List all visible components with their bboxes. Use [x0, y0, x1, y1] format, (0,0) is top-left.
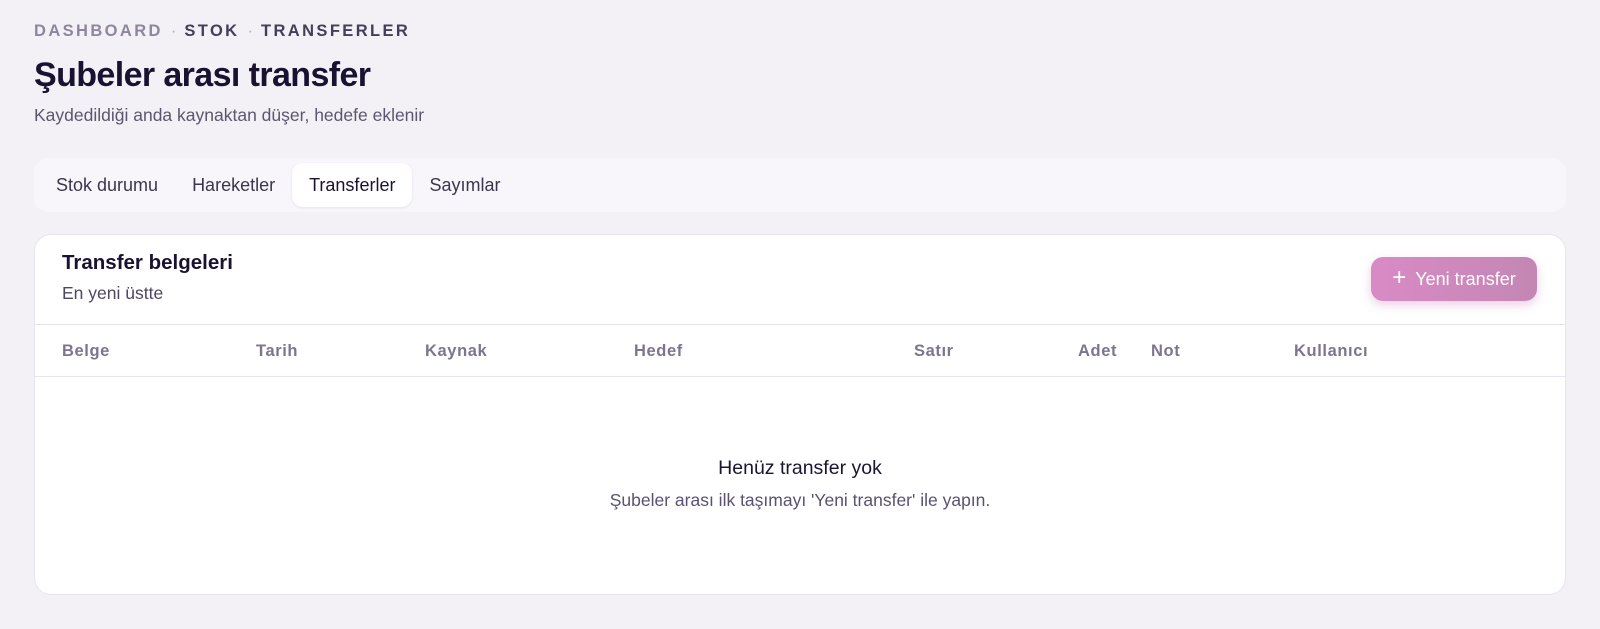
- breadcrumb-separator: ·: [247, 22, 254, 40]
- page: DASHBOARD · STOK · TRANSFERLER Şubeler a…: [0, 0, 1600, 629]
- empty-state-subtitle: Şubeler arası ilk taşımayı 'Yeni transfe…: [609, 490, 991, 510]
- card-header: Transfer belgeleri En yeni üstte + Yeni …: [35, 235, 1565, 325]
- tab-bar: Stok durumu Hareketler Transferler Sayım…: [34, 158, 1566, 212]
- plus-icon: +: [1392, 264, 1407, 291]
- column-header-satir[interactable]: Satır: [914, 342, 954, 361]
- breadcrumb-dashboard[interactable]: DASHBOARD: [34, 22, 163, 41]
- column-header-tarih[interactable]: Tarih: [256, 342, 298, 361]
- card-title: Transfer belgeleri: [62, 251, 233, 274]
- page-subtitle: Kaydedildiği anda kaynaktan düşer, hedef…: [34, 105, 425, 125]
- column-header-kullanici[interactable]: Kullanıcı: [1294, 342, 1368, 361]
- column-header-hedef[interactable]: Hedef: [634, 342, 683, 361]
- page-title: Şubeler arası transfer: [34, 56, 371, 94]
- tab-hareketler[interactable]: Hareketler: [175, 163, 292, 207]
- breadcrumb: DASHBOARD · STOK · TRANSFERLER: [34, 22, 410, 41]
- breadcrumb-transferler: TRANSFERLER: [261, 22, 411, 40]
- transfer-documents-card: Transfer belgeleri En yeni üstte + Yeni …: [34, 234, 1566, 595]
- new-transfer-button-label: Yeni transfer: [1415, 268, 1516, 289]
- tab-transferler[interactable]: Transferler: [292, 163, 413, 207]
- empty-state-title: Henüz transfer yok: [718, 457, 882, 479]
- empty-state: Henüz transfer yok Şubeler arası ilk taş…: [35, 377, 1565, 594]
- column-header-kaynak[interactable]: Kaynak: [425, 342, 487, 361]
- breadcrumb-separator: ·: [170, 22, 177, 40]
- breadcrumb-stok[interactable]: STOK: [184, 22, 239, 41]
- new-transfer-button[interactable]: + Yeni transfer: [1371, 257, 1537, 301]
- card-subtitle: En yeni üstte: [62, 283, 164, 303]
- tab-stok-durumu[interactable]: Stok durumu: [39, 163, 175, 207]
- column-header-adet[interactable]: Adet: [1078, 342, 1117, 361]
- column-header-belge[interactable]: Belge: [62, 342, 110, 361]
- table-header: Belge Tarih Kaynak Hedef Satır Adet Not …: [35, 325, 1565, 377]
- tab-sayimlar[interactable]: Sayımlar: [412, 163, 517, 207]
- column-header-not[interactable]: Not: [1151, 342, 1180, 361]
